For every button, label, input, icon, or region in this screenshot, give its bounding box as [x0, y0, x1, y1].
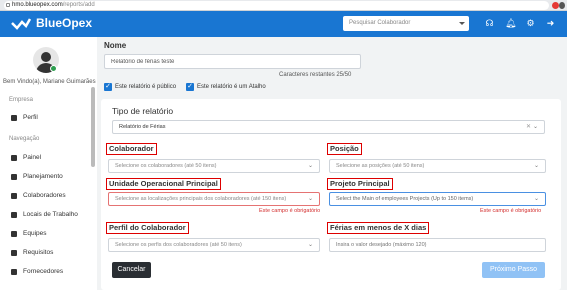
building-icon [11, 211, 17, 218]
posicao-label: Posição [327, 143, 362, 155]
user-icon [11, 114, 17, 121]
colaborador-label: Colaborador [106, 143, 157, 155]
shortcut-checkbox[interactable]: ✓ Este relatório é um Atalho [186, 83, 266, 91]
calendar-icon [11, 173, 17, 180]
search-collaborator-select[interactable]: Pesquisar Colaborador [343, 16, 469, 31]
report-name-input[interactable] [104, 54, 361, 69]
chevron-down-icon: ⌄ [308, 163, 314, 169]
url-bar[interactable]: hmo.blueopex.com/reports/add [4, 1, 549, 10]
menu-icon[interactable] [559, 2, 565, 9]
report-type-value: Relatório de Férias [119, 124, 166, 130]
lock-icon [6, 3, 10, 7]
brand-logo[interactable]: BlueOpex [10, 16, 92, 30]
report-type-select[interactable]: Relatório de Férias ✕ ⌄ [112, 120, 545, 134]
perfil-select[interactable]: Selecione os perfis dos colaboradores (a… [108, 238, 320, 252]
name-label: Nome [104, 41, 127, 50]
brand-name: BlueOpex [36, 16, 93, 30]
select-placeholder: Selecione os perfis dos colaboradores (a… [115, 242, 242, 248]
checkbox-checked-icon: ✓ [104, 83, 112, 91]
truck-icon [11, 268, 17, 275]
projeto-error: Este campo é obrigatório [480, 208, 542, 214]
logo-icon [11, 18, 32, 30]
section-navegacao: Navegação [9, 136, 40, 142]
sidebar-item-label: Fornecedores [23, 268, 64, 275]
chevron-down-icon: ⌄ [534, 196, 540, 202]
sidebar-scrollbar[interactable] [91, 87, 95, 167]
sidebar-item-requisitos[interactable]: Requisitos [11, 249, 53, 256]
clear-icon[interactable]: ✕ [526, 124, 531, 130]
dashboard-icon [11, 154, 17, 161]
posicao-select[interactable]: Selecione as posições (até 50 itens) ⌄ [329, 159, 546, 173]
users-icon [11, 192, 17, 199]
sidebar-item-label: Equipes [23, 230, 47, 237]
search-placeholder: Pesquisar Colaborador [349, 20, 411, 26]
sidebar-item-planejamento[interactable]: Planejamento [11, 173, 63, 180]
chevron-down-icon [459, 22, 465, 25]
select-placeholder: Selecione as posições (até 50 itens) [336, 163, 425, 169]
report-type-label: Tipo de relatório [112, 106, 174, 116]
unidade-label: Unidade Operacional Principal [106, 178, 221, 190]
perfil-label: Perfil do Colaborador [106, 222, 189, 234]
check-icon [11, 249, 17, 256]
char-counter: Caracteres restantes 25/50 [279, 72, 352, 78]
browser-bar: hmo.blueopex.com/reports/add [0, 0, 567, 11]
checkbox-checked-icon: ✓ [186, 83, 194, 91]
ferias-label: Férias em menos de X dias [327, 222, 430, 234]
chevron-down-icon: ⌄ [308, 242, 314, 248]
support-icon[interactable]: ☊ [484, 18, 495, 29]
welcome-text: Bem Vindo(a), Mariane Guimarães [3, 79, 96, 85]
public-checkbox[interactable]: ✓ Este relatório é público [104, 83, 176, 91]
chevron-down-icon: ⌄ [534, 163, 540, 169]
chevron-down-icon: ⌄ [533, 124, 539, 130]
sidebar-item-label: Painel [23, 154, 42, 161]
unidade-error: Este campo é obrigatório [259, 208, 321, 214]
gear-icon[interactable]: ⚙ [525, 18, 536, 29]
logout-icon[interactable]: ➜ [545, 18, 556, 29]
colaborador-select[interactable]: Selecione os colaboradores (até 50 itens… [108, 159, 320, 173]
sidebar-item-painel[interactable]: Painel [11, 154, 41, 161]
top-navbar: BlueOpex Pesquisar Colaborador ☊ 🔔︎ ⚙ ➜ [0, 11, 567, 37]
section-empresa: Empresa [9, 97, 34, 103]
extension-icon[interactable] [552, 2, 559, 9]
sidebar-item-label: Locais de Trabalho [23, 211, 78, 218]
main-content: Nome Caracteres restantes 25/50 ✓Este re… [97, 37, 567, 290]
select-placeholder: Selecione as localizações principais dos… [115, 196, 287, 202]
sidebar-item-equipes[interactable]: Equipes [11, 230, 47, 237]
sidebar-item-label: Planejamento [23, 173, 63, 180]
select-placeholder: Select the Main of employees Projects (U… [336, 196, 474, 202]
chevron-down-icon: ⌄ [308, 196, 314, 202]
online-status-icon [50, 65, 57, 72]
url-host: hmo.blueopex.com [12, 2, 63, 8]
projeto-select[interactable]: Select the Main of employees Projects (U… [329, 192, 546, 206]
sidebar-item-colaboradores[interactable]: Colaboradores [11, 192, 66, 199]
next-step-button[interactable]: Próximo Passo [482, 262, 545, 278]
sidebar-item-label: Colaboradores [23, 192, 66, 199]
sidebar-item-locais[interactable]: Locais de Trabalho [11, 211, 78, 218]
bell-icon[interactable]: 🔔︎ [505, 18, 516, 29]
sidebar-item-label: Perfil [23, 114, 38, 121]
sidebar-item-perfil[interactable]: Perfil [11, 114, 38, 121]
cancel-button[interactable]: Cancelar [112, 262, 151, 278]
url-path: /reports/add [62, 2, 95, 8]
sidebar-item-fornecedores[interactable]: Fornecedores [11, 268, 63, 275]
unidade-select[interactable]: Selecione as localizações principais dos… [108, 192, 320, 206]
projeto-label: Projeto Principal [327, 178, 393, 190]
select-placeholder: Selecione os colaboradores (até 50 itens… [115, 163, 217, 169]
sidebar-item-label: Requisitos [23, 249, 54, 256]
shortcut-label: Este relatório é um Atalho [197, 84, 266, 90]
team-icon [11, 230, 17, 237]
public-label: Este relatório é público [115, 84, 177, 90]
sidebar: Bem Vindo(a), Mariane Guimarães Empresa … [0, 37, 97, 290]
ferias-days-input[interactable] [329, 238, 546, 252]
